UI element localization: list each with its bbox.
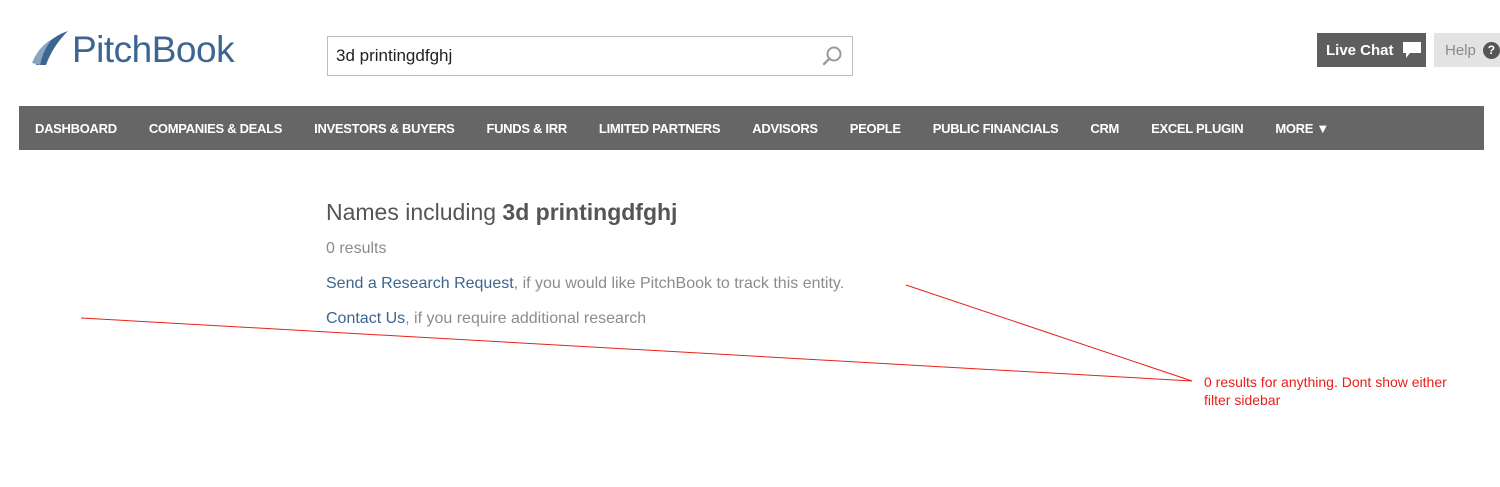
pitchbook-logo[interactable]: PitchBook: [30, 26, 235, 70]
main-nav: DASHBOARD COMPANIES & DEALS INVESTORS & …: [19, 106, 1484, 150]
contact-line: Contact Us, if you require additional re…: [326, 310, 646, 328]
nav-advisors[interactable]: ADVISORS: [752, 121, 818, 136]
chat-bubble-icon: [1402, 42, 1421, 58]
nav-public-financials[interactable]: PUBLIC FINANCIALS: [933, 121, 1059, 136]
research-request-line: Send a Research Request, if you would li…: [326, 275, 844, 293]
question-icon: ?: [1482, 41, 1500, 59]
page: PitchBook Live Chat Help ? DASHBOARD COM…: [0, 0, 1500, 487]
nav-investors-buyers[interactable]: INVESTORS & BUYERS: [314, 121, 455, 136]
nav-excel-plugin[interactable]: EXCEL PLUGIN: [1151, 121, 1244, 136]
help-button[interactable]: Help ?: [1434, 33, 1500, 67]
results-count: 0 results: [326, 240, 387, 257]
logo-mark-icon: [32, 31, 68, 65]
nav-crm[interactable]: CRM: [1090, 121, 1119, 136]
research-request-suffix: , if you would like PitchBook to track t…: [513, 275, 845, 292]
nav-limited-partners[interactable]: LIMITED PARTNERS: [599, 121, 721, 136]
results-title: Names including 3d printingdfghj: [326, 199, 677, 226]
nav-dashboard[interactable]: DASHBOARD: [35, 121, 117, 136]
contact-us-link[interactable]: Contact Us: [326, 310, 405, 327]
annotation-note: 0 results for anything. Dont show either…: [1204, 374, 1447, 408]
help-label: Help: [1445, 41, 1476, 59]
search-box: [327, 36, 853, 76]
annotation-line-research: [905, 284, 1193, 382]
nav-people[interactable]: PEOPLE: [850, 121, 901, 136]
search-input[interactable]: [328, 38, 820, 74]
live-chat-button[interactable]: Live Chat: [1317, 33, 1426, 67]
logo-text: PitchBook: [72, 29, 235, 70]
live-chat-label: Live Chat: [1326, 41, 1394, 59]
results-title-prefix: Names including: [326, 199, 503, 225]
results-query: 3d printingdfghj: [502, 199, 678, 225]
search-icon[interactable]: [820, 44, 844, 68]
nav-funds-irr[interactable]: FUNDS & IRR: [486, 121, 567, 136]
nav-more[interactable]: MORE ▼: [1275, 121, 1329, 136]
research-request-link[interactable]: Send a Research Request: [326, 275, 514, 292]
nav-companies-deals[interactable]: COMPANIES & DEALS: [149, 121, 283, 136]
contact-suffix: , if you require additional research: [405, 310, 647, 327]
